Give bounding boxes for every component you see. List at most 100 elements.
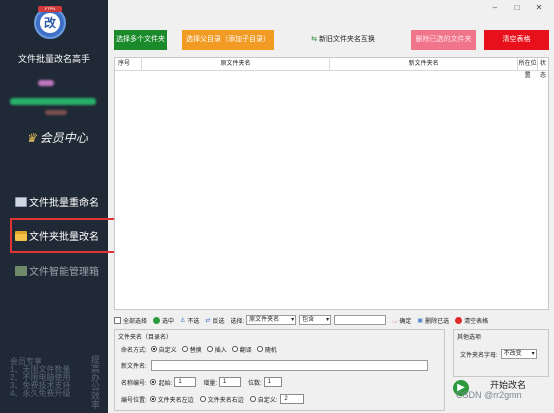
new-name-label: 新文件名:: [121, 364, 147, 370]
other-panel-legend: 其他选项: [457, 335, 482, 341]
toolbox-icon: [15, 265, 27, 276]
start-rename-label: 开始改名: [490, 379, 527, 390]
select-label: 选中: [162, 318, 175, 325]
step-label: 增量:: [203, 380, 218, 387]
position-right-label: 文件夹名右边: [207, 397, 244, 404]
promo-line: 4、永久免费升级: [10, 389, 71, 398]
invert-label: 反选: [212, 318, 225, 325]
radio-icon: [199, 395, 206, 402]
custom-position-input[interactable]: 2: [280, 394, 305, 404]
radio-icon: [231, 346, 238, 352]
field-select[interactable]: 原文件夹名: [246, 315, 297, 325]
invert-button[interactable]: ⇄ 反选: [205, 316, 224, 325]
select-multiple-folders-button[interactable]: 选择多个文件夹: [114, 30, 167, 50]
delete-selected-button[interactable]: ▣ 删除已选: [417, 316, 449, 325]
clear-icon: [455, 316, 463, 324]
delete-selected-label: 删除已选: [425, 318, 450, 325]
mode-replace-label: 替换: [189, 348, 202, 354]
member-center[interactable]: ♛ 会员中心: [26, 129, 88, 146]
position-left-label: 文件夹名左边: [157, 397, 194, 404]
member-promo: 会员专享 1、无限文件数量 2、不限电脑使用 3、免费技术支持 4、永久免费升级: [10, 358, 70, 398]
file-icon: [15, 196, 27, 207]
mode-random-label: 随机: [264, 348, 277, 354]
folder-table[interactable]: 序号 原文件夹名 新文件夹名 所在位置 状态: [114, 57, 549, 310]
delete-selected-folders-button[interactable]: 删除已选的文件夹: [411, 30, 476, 50]
checkbox-icon: [114, 316, 121, 324]
delete-icon: ▣: [417, 317, 424, 324]
mode-custom-label: 自定义: [158, 348, 177, 354]
rename-panel-legend: 文件夹名（目录名）: [118, 335, 173, 341]
app-logo: FTPN 改: [34, 6, 66, 39]
selection-bar: 全部选择 选中 ⚓不选 ⇄反选 选择: 原文件夹名 包含 ◡确定 ▣删除已选 清…: [114, 313, 549, 327]
other-options-panel: 其他选项 文件夹名字母: 不改变: [453, 329, 549, 377]
mode-translate-radio[interactable]: 翻译: [231, 345, 252, 354]
member-center-label: 会员中心: [39, 131, 88, 145]
nav-file-manager-label: 文件智能管理箱: [29, 267, 99, 278]
naming-mode-row: 命名方式: 自定义 替换 插入 翻译 随机: [121, 345, 277, 354]
new-name-input[interactable]: [150, 360, 428, 371]
position-left-radio[interactable]: 文件夹名左边: [149, 395, 194, 404]
rename-options-panel: 文件夹名（目录名） 命名方式: 自定义 替换 插入 翻译 随机 新文件名: 名称…: [114, 329, 445, 411]
swap-names-label: 新旧文件夹名互换: [318, 36, 375, 43]
start-input[interactable]: 1: [174, 377, 197, 387]
new-name-row: 新文件名:: [121, 360, 428, 371]
step-input[interactable]: 1: [219, 377, 242, 387]
position-right-radio[interactable]: 文件夹名右边: [199, 395, 244, 404]
numbering-label: 名称编号:: [121, 380, 147, 387]
digits-input[interactable]: 1: [263, 377, 282, 387]
swap-names-button[interactable]: ⇆ 新旧文件夹名互换: [308, 30, 378, 50]
mode-custom-radio[interactable]: 自定义: [150, 345, 177, 354]
radio-icon: [249, 395, 256, 402]
select-button[interactable]: 选中: [153, 316, 174, 325]
anchor-icon: ⚓: [180, 317, 186, 324]
col-status[interactable]: 状态: [538, 58, 548, 79]
case-label: 文件夹名字母:: [460, 352, 498, 359]
mode-insert-label: 插入: [214, 348, 227, 354]
nav-file-rename[interactable]: 文件批量重命名: [15, 194, 99, 209]
col-location[interactable]: 所在位置: [518, 58, 539, 79]
table-header: 序号 原文件夹名 新文件夹名 所在位置 状态: [115, 58, 548, 79]
position-custom-label: 自定义:: [257, 397, 278, 404]
select-all-checkbox[interactable]: 全部选择: [114, 316, 147, 325]
clear-table-label: 清空表格: [464, 318, 489, 325]
select-all-label: 全部选择: [123, 318, 148, 325]
logo-tag: FTPN: [38, 6, 62, 12]
swap-icon: ⇆: [311, 36, 317, 43]
select-parent-dir-button[interactable]: 选择父目录（添加子目录）: [182, 30, 274, 50]
confirm-icon: ◡: [392, 317, 398, 324]
blurred-user-info-2: [45, 110, 67, 115]
col-original-name[interactable]: 原文件夹名: [142, 58, 331, 70]
mode-translate-label: 翻译: [239, 348, 252, 354]
watermark: CSDN @rr2gmn: [456, 390, 522, 400]
clear-table-button[interactable]: 清空表格: [455, 316, 488, 325]
mode-insert-radio[interactable]: 插入: [206, 345, 227, 354]
col-new-name[interactable]: 新文件夹名: [330, 58, 519, 70]
nav-file-manager[interactable]: 文件智能管理箱: [15, 263, 99, 278]
mode-replace-radio[interactable]: 替换: [181, 345, 202, 354]
start-label: 起始:: [158, 380, 173, 387]
mode-random-radio[interactable]: 随机: [256, 345, 277, 354]
close-button[interactable]: ✕: [532, 2, 546, 14]
case-row: 文件夹名字母: 不改变: [460, 349, 537, 359]
slogan-vertical: 提高办公效率: [90, 355, 100, 409]
position-custom-radio[interactable]: 自定义:: [249, 395, 278, 404]
annotation-highlight-box: [10, 218, 120, 253]
check-circle-icon: [153, 316, 161, 324]
minimize-button[interactable]: –: [488, 2, 502, 14]
col-index[interactable]: 序号: [115, 58, 142, 70]
position-row: 编号位置: 文件夹名左边 文件夹名右边 自定义: 2: [121, 394, 305, 404]
numbering-radio[interactable]: [149, 379, 156, 385]
radio-icon: [256, 346, 263, 352]
position-label: 编号位置:: [121, 397, 147, 404]
confirm-label: 确定: [399, 318, 412, 325]
deselect-button[interactable]: ⚓ 不选: [180, 316, 199, 325]
case-select[interactable]: 不改变: [500, 349, 537, 359]
match-select[interactable]: 包含: [299, 315, 332, 325]
choose-label: 选择:: [230, 318, 245, 325]
app-title: 文件批量改名高手: [17, 54, 90, 64]
confirm-button[interactable]: ◡ 确定: [392, 316, 411, 325]
maximize-button[interactable]: □: [510, 2, 524, 14]
clear-list-button[interactable]: 清空表格: [484, 30, 549, 50]
filter-input[interactable]: [334, 315, 387, 325]
crown-icon: ♛: [26, 131, 37, 145]
